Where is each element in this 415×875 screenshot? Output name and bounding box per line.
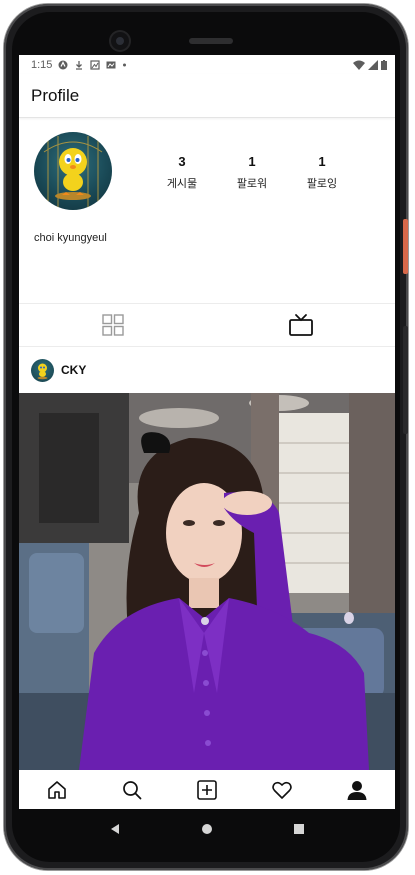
battery-icon bbox=[381, 59, 387, 70]
stat-followers-label: 팔로워 bbox=[236, 178, 268, 190]
profile-stats: 3 게시물 1 팔로워 1 팔로잉 bbox=[147, 154, 387, 191]
stat-posts-count: 3 bbox=[178, 154, 186, 169]
bottom-navigation bbox=[19, 771, 395, 809]
stat-following[interactable]: 1 팔로잉 bbox=[287, 154, 357, 191]
image-icon bbox=[90, 59, 101, 70]
download-icon bbox=[76, 60, 83, 70]
stat-following-count: 1 bbox=[318, 154, 326, 169]
post-avatar[interactable] bbox=[31, 358, 54, 382]
app-bar: Profile bbox=[19, 74, 395, 118]
stat-posts-label: 게시물 bbox=[166, 178, 198, 190]
heart-icon bbox=[272, 781, 292, 799]
profile-header: 3 게시물 1 팔로워 1 팔로잉 choi kyungyeul bbox=[19, 118, 395, 303]
grid-icon bbox=[102, 314, 124, 336]
tab-grid[interactable] bbox=[19, 304, 207, 346]
nav-activity[interactable] bbox=[262, 771, 302, 809]
post-username[interactable]: CKY bbox=[61, 363, 86, 377]
nav-profile[interactable] bbox=[337, 771, 377, 809]
stat-followers[interactable]: 1 팔로워 bbox=[217, 154, 287, 191]
tv-icon bbox=[289, 314, 313, 336]
stat-followers-count: 1 bbox=[248, 154, 256, 169]
power-button bbox=[403, 219, 408, 274]
nav-home[interactable] bbox=[37, 771, 77, 809]
front-camera bbox=[111, 32, 129, 50]
recents-icon[interactable] bbox=[293, 823, 305, 835]
system-navigation bbox=[19, 809, 395, 849]
profile-tabs bbox=[19, 303, 395, 347]
back-icon[interactable] bbox=[109, 823, 121, 835]
home-icon bbox=[47, 781, 66, 799]
profile-name: choi kyungyeul bbox=[34, 232, 107, 244]
status-time: 1:15 bbox=[31, 58, 53, 71]
status-bar: 1:15 bbox=[19, 55, 395, 74]
nav-add[interactable] bbox=[187, 771, 227, 809]
wifi-icon bbox=[353, 60, 365, 70]
nav-search[interactable] bbox=[112, 771, 152, 809]
search-icon bbox=[122, 781, 142, 800]
tab-tv[interactable] bbox=[207, 304, 395, 346]
dot-icon bbox=[123, 63, 127, 66]
add-post-icon bbox=[197, 780, 217, 800]
stat-following-label: 팔로잉 bbox=[306, 178, 338, 190]
autorenew-icon bbox=[58, 60, 68, 69]
stat-posts[interactable]: 3 게시물 bbox=[147, 154, 217, 191]
app-screen: 1:15 Profile 3 게시물 1 팔로워 1 팔로잉 choi kyun… bbox=[19, 55, 395, 809]
home-circle-icon[interactable] bbox=[201, 823, 213, 835]
volume-button bbox=[403, 326, 408, 434]
post-header: CKY bbox=[19, 347, 395, 393]
tweety-avatar bbox=[43, 136, 103, 207]
page-title: Profile bbox=[31, 85, 80, 105]
earpiece-speaker bbox=[189, 38, 233, 44]
profile-icon bbox=[347, 781, 367, 800]
post-photo-illustration bbox=[19, 393, 395, 770]
profile-avatar[interactable] bbox=[34, 132, 112, 210]
post-photo[interactable] bbox=[19, 393, 395, 770]
tweety-mini-icon bbox=[37, 363, 48, 379]
signal-icon bbox=[368, 59, 378, 70]
photo-icon bbox=[106, 61, 116, 68]
